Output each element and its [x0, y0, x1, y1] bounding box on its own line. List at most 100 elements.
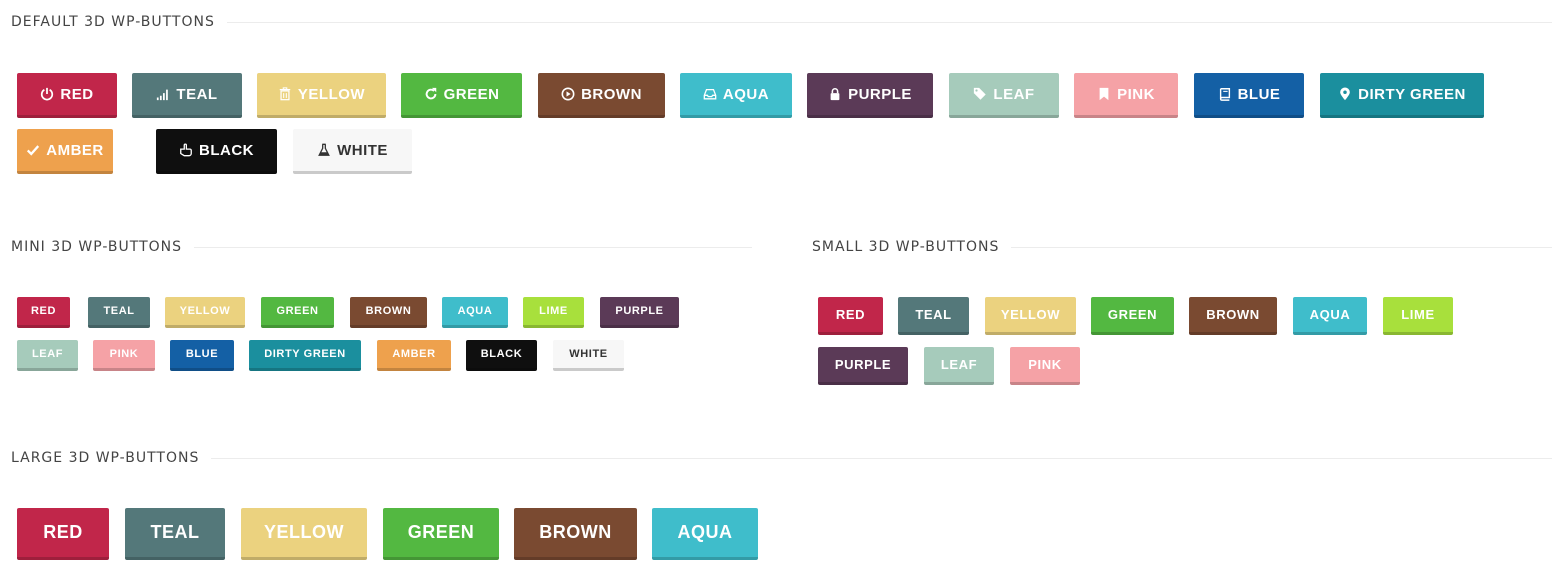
mini-dirty-green-button[interactable]: DIRTY GREEN — [249, 340, 361, 371]
button-label: AQUA — [1309, 307, 1351, 322]
small-yellow-button[interactable]: YELLOW — [985, 297, 1076, 335]
small-pink-button[interactable]: PINK — [1010, 347, 1080, 385]
button-label: RED — [835, 307, 866, 322]
button-label: PURPLE — [848, 85, 912, 103]
mini-red-button[interactable]: RED — [17, 297, 70, 328]
book-icon — [1218, 87, 1232, 101]
mini-amber-button[interactable]: AMBER — [377, 340, 451, 371]
tags-icon — [973, 87, 987, 101]
large-yellow-button[interactable]: YELLOW — [241, 508, 367, 560]
small-green-button[interactable]: GREEN — [1091, 297, 1174, 335]
button-label: GREEN — [407, 522, 475, 542]
section-title: DEFAULT 3D WP-BUTTONS — [11, 14, 215, 30]
button-label: YELLOW — [1000, 307, 1061, 322]
button-label: YELLOW — [264, 522, 344, 542]
section-divider — [1011, 246, 1552, 248]
mini-teal-button[interactable]: TEAL — [88, 297, 150, 328]
button-label: AMBER — [46, 141, 104, 159]
button-label: BROWN — [539, 522, 612, 542]
default-white-button[interactable]: WHITE — [293, 129, 412, 174]
mini-yellow-button[interactable]: YELLOW — [165, 297, 245, 328]
button-label: PINK — [1028, 357, 1062, 372]
large-red-button[interactable]: RED — [17, 508, 109, 560]
mini-black-button[interactable]: BLACK — [466, 340, 537, 371]
section-title: LARGE 3D WP-BUTTONS — [11, 450, 200, 466]
small-purple-button[interactable]: PURPLE — [818, 347, 908, 385]
button-label: AQUA — [677, 522, 733, 542]
large-brown-button[interactable]: BROWN — [514, 508, 637, 560]
section-header-default: DEFAULT 3D WP-BUTTONS — [11, 12, 1552, 32]
small-brown-button[interactable]: BROWN — [1189, 297, 1277, 335]
section-header-small: SMALL 3D WP-BUTTONS — [812, 237, 1552, 257]
button-label: GREEN — [443, 85, 500, 103]
button-label: WHITE — [337, 141, 388, 159]
large-green-button[interactable]: GREEN — [383, 508, 499, 560]
button-label: RED — [43, 522, 83, 542]
small-aqua-button[interactable]: AQUA — [1293, 297, 1367, 335]
large-teal-button[interactable]: TEAL — [125, 508, 225, 560]
section-header-mini: MINI 3D WP-BUTTONS — [11, 237, 752, 257]
button-label: RED — [60, 85, 94, 103]
signal-icon — [156, 87, 170, 101]
button-label: AMBER — [392, 348, 436, 360]
small-leaf-button[interactable]: LEAF — [924, 347, 994, 385]
button-label: BROWN — [1206, 307, 1260, 322]
large-aqua-button[interactable]: AQUA — [652, 508, 758, 560]
default-yellow-button[interactable]: YELLOW — [257, 73, 386, 118]
small-red-button[interactable]: RED — [818, 297, 883, 335]
default-blue-button[interactable]: BLUE — [1194, 73, 1304, 118]
mini-white-button[interactable]: WHITE — [553, 340, 624, 371]
section-divider — [194, 246, 752, 248]
button-label: BROWN — [365, 305, 412, 317]
mini-leaf-button[interactable]: LEAF — [17, 340, 78, 371]
button-label: LIME — [539, 305, 568, 317]
button-label: TEAL — [103, 305, 135, 317]
default-teal-button[interactable]: TEAL — [132, 73, 242, 118]
default-pink-button[interactable]: PINK — [1074, 73, 1178, 118]
mini-lime-button[interactable]: LIME — [523, 297, 584, 328]
button-label: PINK — [109, 348, 139, 360]
default-green-button[interactable]: GREEN — [401, 73, 522, 118]
button-label: DIRTY GREEN — [1358, 85, 1466, 103]
default-amber-button[interactable]: AMBER — [17, 129, 113, 174]
button-label: LEAF — [940, 357, 978, 372]
mini-blue-button[interactable]: BLUE — [170, 340, 234, 371]
button-label: GREEN — [1107, 307, 1158, 322]
small-teal-button[interactable]: TEAL — [898, 297, 969, 335]
button-label: TEAL — [150, 522, 200, 542]
button-label: RED — [30, 305, 57, 317]
section-divider — [226, 21, 1552, 23]
lock-icon — [828, 87, 842, 101]
button-label: BLUE — [1237, 85, 1281, 103]
button-label: GREEN — [276, 305, 319, 317]
default-purple-button[interactable]: PURPLE — [807, 73, 933, 118]
button-label: LIME — [1401, 307, 1435, 322]
button-label: BLUE — [185, 348, 219, 360]
map-marker-icon — [1338, 87, 1352, 101]
button-label: AQUA — [457, 305, 493, 317]
default-leaf-button[interactable]: LEAF — [949, 73, 1059, 118]
mini-green-button[interactable]: GREEN — [261, 297, 334, 328]
button-label: PURPLE — [615, 305, 664, 317]
bookmark-icon — [1097, 87, 1111, 101]
power-icon — [40, 87, 54, 101]
default-black-button[interactable]: BLACK — [156, 129, 277, 174]
mini-brown-button[interactable]: BROWN — [350, 297, 427, 328]
default-aqua-button[interactable]: AQUA — [680, 73, 792, 118]
trash-icon — [278, 87, 292, 101]
small-lime-button[interactable]: LIME — [1383, 297, 1453, 335]
mini-pink-button[interactable]: PINK — [93, 340, 155, 371]
section-title: MINI 3D WP-BUTTONS — [11, 239, 183, 255]
default-red-button[interactable]: RED — [17, 73, 117, 118]
button-label: BLACK — [199, 141, 254, 159]
button-label: LEAF — [31, 348, 64, 360]
button-label: BROWN — [581, 85, 642, 103]
default-dirty-green-button[interactable]: DIRTY GREEN — [1320, 73, 1484, 118]
inbox-icon — [703, 87, 717, 101]
play-circle-icon — [561, 87, 575, 101]
button-label: PINK — [1117, 85, 1155, 103]
mini-purple-button[interactable]: PURPLE — [600, 297, 679, 328]
mini-aqua-button[interactable]: AQUA — [442, 297, 508, 328]
default-brown-button[interactable]: BROWN — [538, 73, 665, 118]
refresh-icon — [424, 87, 438, 101]
